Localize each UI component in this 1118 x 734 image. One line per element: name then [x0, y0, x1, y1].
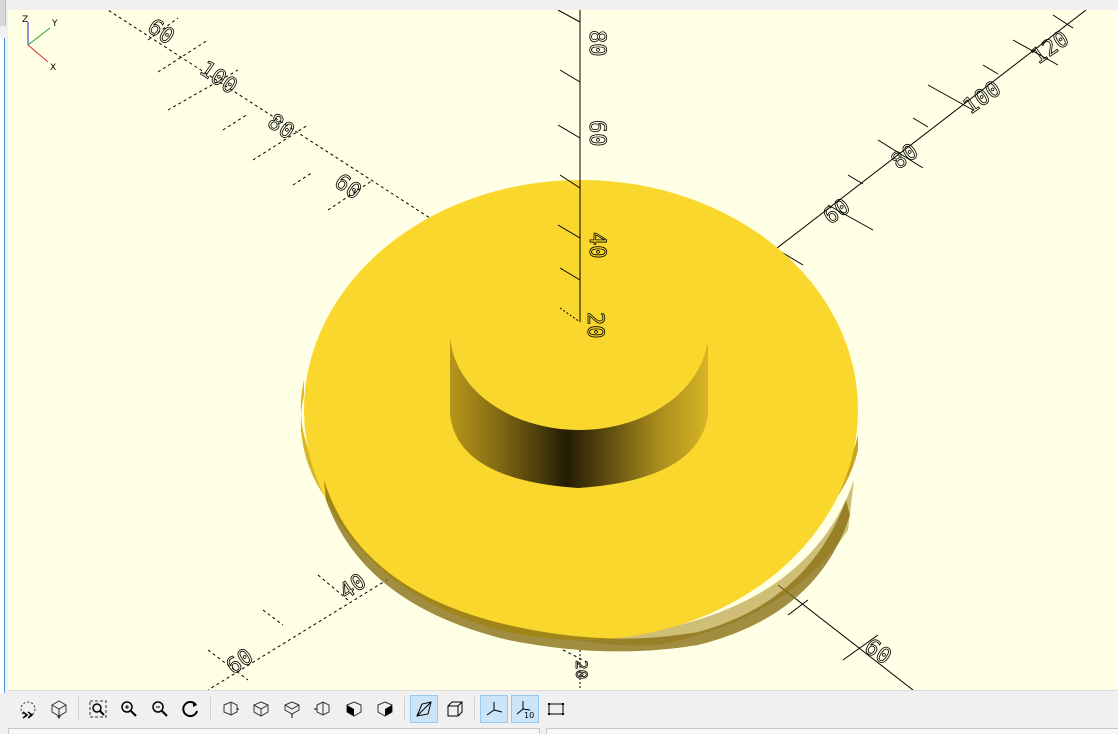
view-bottom-icon: [284, 700, 300, 718]
zoom-out-button[interactable]: [146, 695, 174, 723]
status-bar: [8, 727, 1118, 734]
status-pane-left: [8, 728, 540, 734]
preview-button[interactable]: [14, 695, 42, 723]
view-back-icon: [377, 700, 393, 717]
view-front-button[interactable]: [340, 695, 368, 723]
gizmo-x-label: X: [50, 63, 56, 73]
orthogonal-icon: [447, 701, 463, 716]
zoom-in-button[interactable]: [115, 695, 143, 723]
view-left-icon: [314, 700, 330, 716]
y-pos-label: 100: [959, 77, 1006, 120]
toolbar-separator: [78, 696, 79, 721]
view-toolbar: 10: [8, 690, 1118, 726]
z-label: 40: [584, 232, 609, 259]
x-axis-positive: [777, 584, 914, 690]
preview-icon: [20, 701, 36, 719]
view-top-button[interactable]: [247, 695, 275, 723]
perspective-icon: [416, 700, 432, 717]
show-axes-button[interactable]: [480, 694, 508, 723]
editor-tab-edge[interactable]: [0, 0, 6, 26]
bottom-z-label: 20: [572, 660, 591, 679]
x-neg-label: 100: [195, 56, 242, 99]
3d-viewport[interactable]: 60 100 80 60 60 80 100 120 80 60 40 20 4…: [8, 10, 1118, 690]
show-edges-icon: [548, 702, 564, 715]
z-label: 80: [584, 30, 609, 57]
render-icon: [51, 699, 67, 719]
top-strip: [0, 0, 1118, 26]
z-label: 60: [584, 120, 609, 147]
svg-text:10: 10: [524, 711, 534, 719]
y-pos-label: 80: [887, 139, 923, 175]
y-pos-label: 60: [819, 194, 855, 230]
z-label: 20: [582, 312, 607, 339]
toolbar-separator: [474, 696, 475, 721]
show-axes-icon: [486, 701, 503, 715]
reset-view-icon: [182, 700, 198, 717]
render-button[interactable]: [45, 695, 73, 723]
y-neg-label: 40: [335, 569, 371, 605]
editor-panel-edge: [0, 38, 5, 693]
show-scale-markers-button[interactable]: 10: [511, 694, 539, 723]
y-pos-label: 120: [1027, 27, 1074, 70]
reset-view-button[interactable]: [177, 695, 205, 723]
gizmo-z-label: Z: [22, 15, 28, 25]
viewport-canvas: 60 100 80 60 60 80 100 120 80 60 40 20 4…: [107, 10, 1087, 690]
toolbar-separator: [404, 696, 405, 721]
show-scale-markers-icon: 10: [516, 700, 534, 719]
view-right-icon: [223, 700, 239, 716]
gizmo-y-label: Y: [51, 19, 58, 29]
status-pane-right: [546, 728, 1118, 734]
view-top-icon: [253, 700, 269, 717]
y-neg-label: 60: [222, 644, 258, 680]
show-edges-button[interactable]: [542, 695, 570, 723]
zoom-out-icon: [152, 700, 168, 717]
orientation-gizmo: Z Y X: [22, 15, 58, 73]
view-right-button[interactable]: [216, 695, 244, 723]
perspective-button[interactable]: [410, 694, 438, 723]
zoom-in-icon: [121, 700, 137, 717]
view-all-icon: [89, 700, 107, 717]
x-neg-label: 60: [143, 14, 179, 50]
x-pos-label: 60: [860, 634, 896, 670]
view-left-button[interactable]: [309, 695, 337, 723]
x-neg-label: 60: [330, 169, 366, 205]
view-front-icon: [346, 700, 362, 717]
x-neg-label: 80: [263, 109, 299, 145]
toolbar-separator: [210, 696, 211, 721]
view-back-button[interactable]: [371, 695, 399, 723]
view-all-button[interactable]: [84, 695, 112, 723]
orthogonal-button[interactable]: [441, 695, 469, 723]
view-bottom-button[interactable]: [278, 695, 306, 723]
